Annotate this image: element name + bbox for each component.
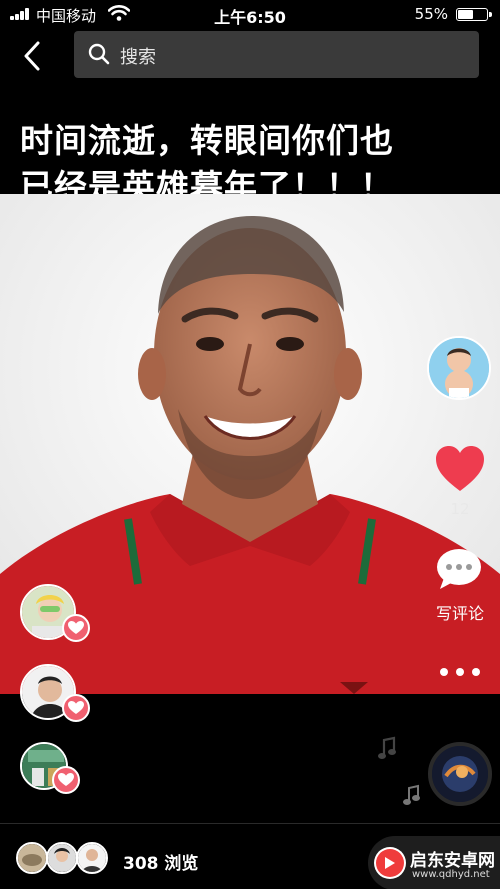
status-bar: 中国移动 上午6:50 55%: [0, 0, 500, 28]
viewer-avatar: [76, 842, 108, 874]
watermark-logo-icon: [374, 847, 406, 879]
author-avatar[interactable]: [427, 336, 491, 400]
back-arrow-icon[interactable]: [18, 38, 48, 74]
music-note-icon: [403, 784, 420, 805]
view-count: 308 浏览: [123, 854, 199, 874]
write-comment-label[interactable]: 写评论: [420, 600, 500, 624]
more-options-icon[interactable]: [438, 664, 482, 680]
like-count: 12: [450, 500, 470, 518]
watermark-url: www.qdhyd.net: [412, 869, 490, 880]
heart-badge-icon: [62, 694, 90, 722]
search-input[interactable]: 搜索: [74, 31, 479, 78]
battery-icon: [456, 8, 492, 21]
comment-bubble-icon[interactable]: [436, 548, 482, 590]
caption-line: 时间流逝，转眼间你们也: [20, 121, 394, 160]
search-placeholder: 搜索: [120, 47, 156, 68]
music-note-icon: [378, 736, 396, 759]
search-icon: [88, 43, 110, 65]
heart-badge-icon: [52, 766, 80, 794]
music-cover-image: [432, 746, 488, 802]
site-watermark: 启东安卓网 www.qdhyd.net: [368, 842, 500, 889]
viewer-avatar: [16, 842, 48, 874]
heart-badge-icon: [62, 614, 90, 642]
music-disc[interactable]: [428, 742, 492, 806]
battery-percent: 55%: [414, 5, 448, 23]
heart-icon[interactable]: [434, 445, 486, 493]
watermark-title: 启东安卓网: [410, 851, 495, 871]
viewer-avatar: [46, 842, 78, 874]
